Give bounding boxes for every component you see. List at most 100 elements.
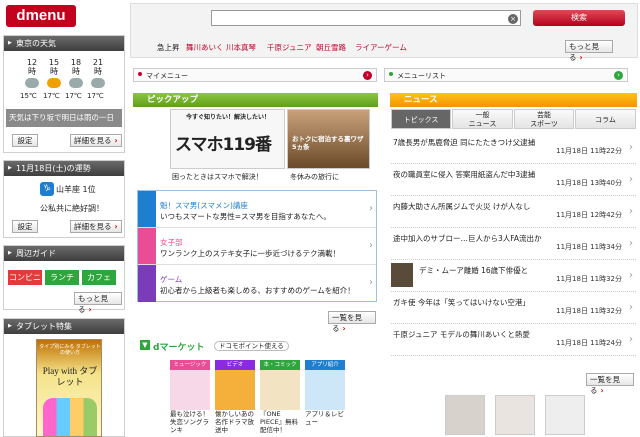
heart-icon: [138, 228, 156, 264]
market-book[interactable]: 本・コミック 『ONE PIECE』無料配信中！: [260, 360, 300, 437]
hour-label: 21 時: [92, 58, 104, 76]
sun-icon: [47, 78, 61, 88]
news-item[interactable]: 夜の職員室に侵入 答案用紙盗んだ中3逮捕 11月18日 13時40分 ›: [391, 164, 636, 196]
market-video[interactable]: ビデオ 懐かしいあの名作ドラマ放送中: [215, 360, 255, 437]
news-time: 11月18日 11時32分: [556, 275, 622, 283]
tab-entertainment[interactable]: 芸能 スポーツ: [514, 109, 574, 129]
trending-link[interactable]: 千原ジュニア: [267, 42, 311, 53]
market-category: ビデオ: [215, 360, 255, 370]
arrow-right-icon: ›: [363, 71, 372, 80]
news-item[interactable]: 7歳長男が馬鹿脅迫 同にたたきつけ父逮捕 11月18日 11時22分 ›: [391, 132, 636, 164]
tablet-banner-text: タイプ別にみる タブレットの使い方: [39, 344, 101, 356]
menulist-bar[interactable]: メニューリスト ›: [384, 68, 628, 82]
news-item[interactable]: 途中加入のサブロー…巨人から3人FA流出か 11月18日 11時34分 ›: [391, 228, 636, 260]
banner-caption[interactable]: 冬休みの旅行に: [290, 172, 339, 182]
temp: 15℃: [20, 92, 37, 100]
market-caption: 最も泣ける！失恋ソングランキ: [170, 410, 209, 434]
temp: 17℃: [65, 92, 82, 100]
market-category: 本・コミック: [260, 360, 300, 370]
smartphone-icon: [138, 191, 156, 227]
list-item[interactable]: 魁！スマ男(スマメン)講座 いつもスマートな男性=スマ男を目指すあなたへ。 ›: [138, 191, 376, 228]
tablet-banner-main: Play with タブレット: [42, 366, 98, 387]
temp: 17℃: [43, 92, 60, 100]
guide-title: 周辺ガイド: [4, 246, 124, 261]
fortune-settings-button[interactable]: 設定: [12, 220, 38, 233]
list-item-desc: 初心者から上級者も楽しめる、おすすめのゲームを紹介！: [160, 286, 355, 295]
guide-convenience[interactable]: コンビニ: [8, 270, 42, 285]
news-headline: 夜の職員室に侵入 答案用紙盗んだ中3逮捕: [393, 170, 536, 179]
book-thumbnail: [260, 370, 300, 410]
fortune-title: 11月18日(土)の運勢: [4, 161, 124, 176]
market-app[interactable]: アプリ紹介 アプリ＆レビュー: [305, 360, 345, 437]
news-headline: デミ・ムーア離婚 16歳下俳優と: [419, 266, 529, 275]
fortune-text: 公私共に絶好調！: [40, 204, 104, 213]
trending-link[interactable]: ライアーゲーム: [355, 42, 407, 53]
search-input[interactable]: [211, 10, 521, 26]
news-item[interactable]: 千原ジュニア モデルの舞川あいくと熱愛 11月18日 11時24分 ›: [391, 324, 636, 356]
cloud-icon: [91, 78, 105, 88]
news-thumbnail: [391, 263, 413, 287]
item-thumbnail[interactable]: [445, 395, 485, 435]
search-button[interactable]: 検索: [533, 10, 625, 26]
trending-link[interactable]: 舞川あいく: [186, 42, 224, 53]
logo[interactable]: dmenu: [6, 5, 76, 27]
temp: 17℃: [87, 92, 104, 100]
news-time: 11月18日 11時24分: [556, 339, 622, 347]
hour-label: 15 時: [48, 58, 60, 76]
guide-panel: 周辺ガイド コンビニ ランチ カフェ もっと見る: [3, 245, 125, 314]
weather-title: 東京の天気: [4, 36, 124, 51]
pickup-banner[interactable]: 今すぐ知りたい！解決したい！ スマホ119番: [170, 109, 285, 169]
tab-column[interactable]: コラム: [575, 109, 636, 129]
trending-link[interactable]: 朝丘雪路: [316, 42, 346, 53]
weather-settings-button[interactable]: 設定: [12, 134, 38, 147]
chevron-right-icon: ›: [629, 206, 633, 217]
weather-panel: 東京の天気 12 時 15 時 18 時 21 時 15℃ 17℃ 17℃ 17…: [3, 35, 125, 153]
travel-banner[interactable]: おトクに宿泊する裏ワザ5ヵ条: [287, 109, 370, 169]
cloud-icon: [25, 78, 39, 88]
tab-general[interactable]: 一般 ニュース: [452, 109, 513, 129]
app-thumbnail: [305, 370, 345, 410]
cloud-icon: [69, 78, 83, 88]
tab-topics[interactable]: トピックス: [391, 109, 451, 129]
arrow-right-icon: ›: [614, 71, 623, 80]
list-item[interactable]: ゲーム 初心者から上級者も楽しめる、おすすめのゲームを紹介！ ›: [138, 265, 376, 302]
news-item[interactable]: ガキ使 今年は「笑ってはいけない空港」 11月18日 11時32分 ›: [391, 292, 636, 324]
tablet-banner[interactable]: タイプ別にみる タブレットの使い方 Play with タブレット: [36, 339, 102, 437]
tablet-title: タブレット特集: [4, 319, 124, 334]
market-category: アプリ紹介: [305, 360, 345, 370]
item-thumbnail[interactable]: [495, 395, 535, 435]
news-headline: 7歳長男が馬鹿脅迫 同にたたきつけ父逮捕: [393, 138, 536, 147]
trending-link[interactable]: 川本真琴: [226, 42, 256, 53]
mymenu-bar[interactable]: マイメニュー ›: [133, 68, 377, 82]
clear-icon[interactable]: ×: [508, 14, 518, 24]
weather-detail-button[interactable]: 詳細を見る: [70, 134, 122, 147]
item-thumbnail[interactable]: [545, 395, 585, 435]
points-badge: ドコモポイント使える: [214, 341, 289, 351]
news-item[interactable]: 内藤大助さん所属ジムで火災 けが人なし 11月18日 12時42分 ›: [391, 196, 636, 228]
news-item[interactable]: デミ・ムーア離婚 16歳下俳優と 11月18日 11時32分 ›: [391, 260, 636, 292]
guide-cafe[interactable]: カフェ: [82, 270, 116, 285]
news-time: 11月18日 13時40分: [556, 179, 622, 187]
chevron-right-icon: ›: [629, 142, 633, 153]
trending-more-button[interactable]: もっと見る: [565, 40, 613, 62]
chevron-right-icon: ›: [629, 270, 633, 281]
news-title: ニュース: [390, 93, 637, 107]
banner-text: 今すぐ知りたい！解決したい！: [185, 114, 270, 121]
news-time: 11月18日 11時34分: [556, 243, 622, 251]
capricorn-icon: ♑: [40, 182, 54, 196]
news-list-button[interactable]: 一覧を見る: [586, 373, 634, 395]
guide-lunch[interactable]: ランチ: [45, 270, 79, 285]
gamepad-icon: [138, 265, 156, 302]
fortune-detail-button[interactable]: 詳細を見る: [70, 220, 122, 233]
fortune-panel: 11月18日(土)の運勢 ♑ 山羊座 1位 公私共に絶好調！ 設定 詳細を見る: [3, 160, 125, 238]
search-band: × 検索 急上昇 舞川あいく 川本真琴 千原ジュニア 朝丘雪路 ライアーゲーム …: [130, 3, 638, 62]
list-item[interactable]: 女子部 ワンランク上のステキ女子に一歩近づけるテク満載！ ›: [138, 228, 376, 265]
market-caption: 懐かしいあの名作ドラマ放送中: [215, 410, 254, 434]
fortune-rank: 山羊座 1位: [56, 185, 96, 194]
chevron-right-icon: ›: [629, 238, 633, 249]
pickup-list-button[interactable]: 一覧を見る: [328, 311, 376, 333]
market-music[interactable]: ミュージック 最も泣ける！失恋ソングランキ: [170, 360, 210, 437]
banner-caption[interactable]: 困ったときはスマホで解決！: [172, 172, 263, 182]
guide-more-button[interactable]: もっと見る: [74, 292, 122, 314]
list-item-title: 女子部: [160, 238, 183, 247]
